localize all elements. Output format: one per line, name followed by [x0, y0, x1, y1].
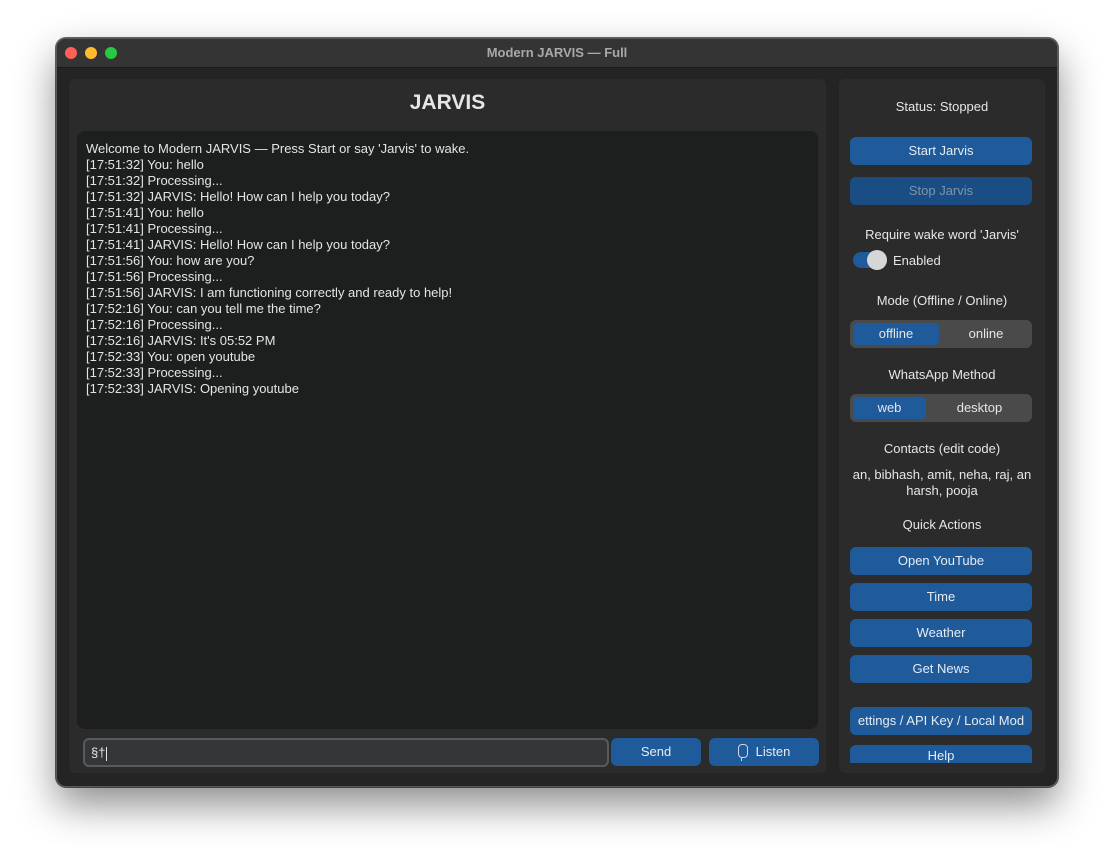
wake-word-switch-label: Enabled [893, 253, 941, 268]
window-title: Modern JARVIS — Full [486, 45, 628, 60]
chat-message: [17:52:33] Processing... [86, 365, 223, 380]
chat-message: [17:51:32] You: hello [86, 157, 204, 172]
send-button-label: Send [640, 744, 672, 759]
chat-message: [17:52:16] You: can you tell me the time… [86, 301, 321, 316]
chat-message: [17:51:41] JARVIS: Hello! How can I help… [86, 237, 390, 252]
title-bar[interactable]: Modern JARVIS — Full [57, 39, 1057, 68]
listen-button[interactable]: Listen [709, 738, 819, 766]
chat-message: [17:51:41] Processing... [86, 221, 223, 236]
chat-message: Welcome to Modern JARVIS — Press Start o… [86, 141, 470, 156]
get-news-label: Get News [912, 661, 970, 676]
listen-button-label: Listen [755, 744, 791, 759]
status-label: Status: Stopped [895, 99, 989, 114]
stop-jarvis-button[interactable]: Stop Jarvis [850, 177, 1032, 205]
message-input[interactable]: §† [83, 738, 609, 767]
help-button[interactable]: Help [850, 745, 1032, 763]
open-youtube-label: Open YouTube [897, 553, 985, 568]
chat-message: [17:51:56] JARVIS: I am functioning corr… [86, 285, 453, 300]
wake-word-switch-knob[interactable] [867, 250, 887, 270]
contacts-line: an, bibhash, amit, neha, raj, an [852, 467, 1032, 482]
open-youtube-button[interactable]: Open YouTube [850, 547, 1032, 575]
whatsapp-option-web[interactable]: web [853, 397, 926, 419]
message-input-value: §† [91, 745, 106, 760]
help-label: Help [927, 748, 955, 763]
time-button[interactable]: Time [850, 583, 1032, 611]
quick-actions-label: Quick Actions [902, 517, 982, 532]
chat-message: [17:51:56] You: how are you? [86, 253, 255, 268]
send-button[interactable]: Send [611, 738, 701, 766]
chat-message: [17:52:33] JARVIS: Opening youtube [86, 381, 299, 396]
contacts-line: harsh, pooja [906, 483, 978, 498]
settings-button[interactable]: ettings / API Key / Local Mod [850, 707, 1032, 735]
chat-message: [17:51:56] Processing... [86, 269, 223, 284]
chat-message: [17:52:16] JARVIS: It's 05:52 PM [86, 333, 276, 348]
settings-label: ettings / API Key / Local Mod [857, 713, 1025, 728]
whatsapp-option-desktop[interactable]: desktop [930, 397, 1029, 419]
mode-option-offline[interactable]: offline [853, 323, 939, 345]
weather-button[interactable]: Weather [850, 619, 1032, 647]
chat-message: [17:51:32] JARVIS: Hello! How can I help… [86, 189, 390, 204]
mode-option-online[interactable]: online [943, 323, 1029, 345]
whatsapp-method-label: WhatsApp Method [888, 367, 996, 382]
mode-label: Mode (Offline / Online) [876, 293, 1008, 308]
mode-segmented-control: offline online [850, 320, 1032, 348]
start-jarvis-label: Start Jarvis [908, 143, 974, 158]
contacts-label: Contacts (edit code) [883, 441, 1001, 456]
chat-message: [17:51:32] Processing... [86, 173, 223, 188]
microphone-icon [737, 744, 748, 761]
wake-word-label: Require wake word 'Jarvis' [865, 227, 1019, 242]
time-label: Time [926, 589, 956, 604]
chat-message: [17:52:33] You: open youtube [86, 349, 256, 364]
start-jarvis-button[interactable]: Start Jarvis [850, 137, 1032, 165]
whatsapp-segmented-control: web desktop [850, 394, 1032, 422]
weather-label: Weather [916, 625, 966, 640]
app-window: Modern JARVIS — Full JARVIS Welcome to M… [56, 38, 1058, 787]
chat-message: [17:52:16] Processing... [86, 317, 223, 332]
main-panel: JARVIS Welcome to Modern JARVIS — Press … [69, 79, 826, 773]
chat-log[interactable]: Welcome to Modern JARVIS — Press Start o… [77, 131, 818, 729]
app-heading: JARVIS [409, 91, 486, 114]
control-sidebar: Status: Stopped Start Jarvis Stop Jarvis… [839, 79, 1045, 773]
chat-message: [17:51:41] You: hello [86, 205, 204, 220]
stop-jarvis-label: Stop Jarvis [908, 183, 974, 198]
get-news-button[interactable]: Get News [850, 655, 1032, 683]
text-cursor [106, 746, 108, 761]
